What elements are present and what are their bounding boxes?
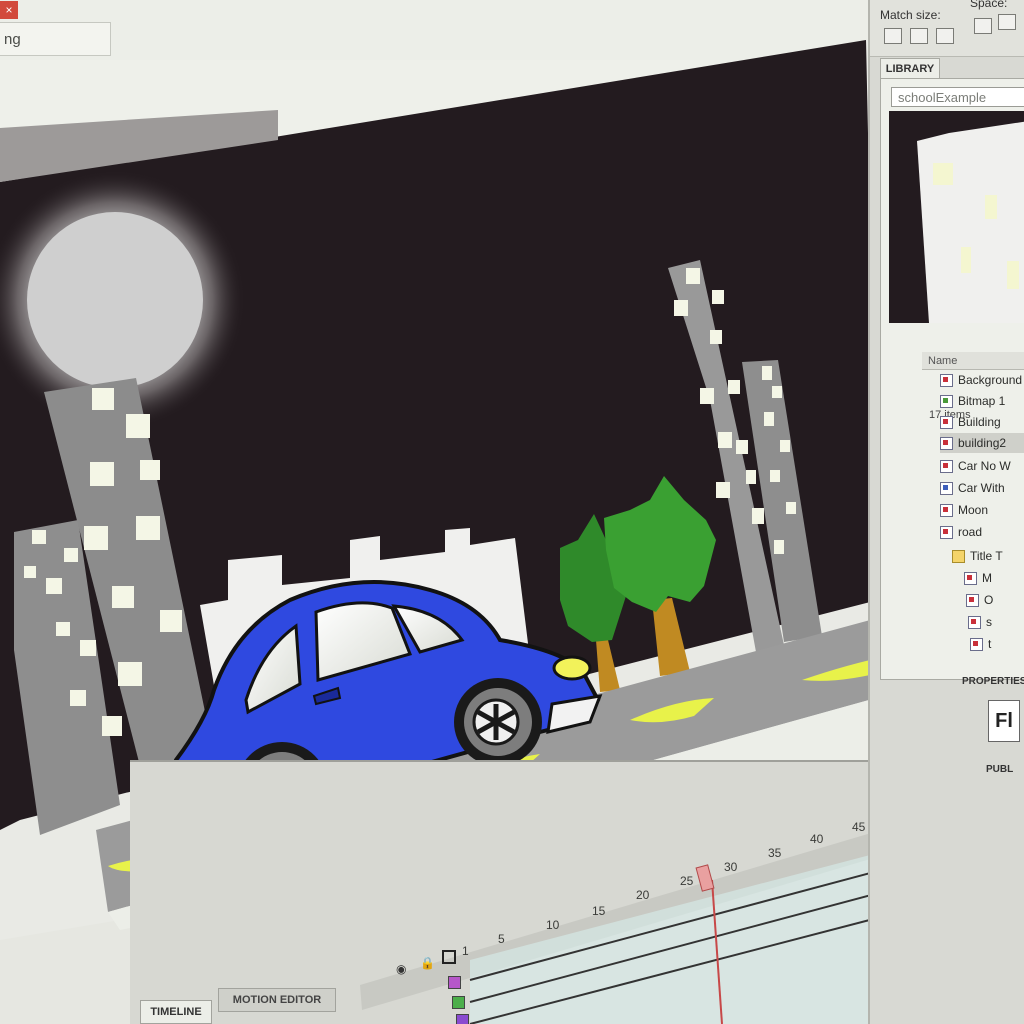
frame-number: 25 <box>680 874 694 888</box>
movieclip-icon <box>940 504 953 518</box>
frame-number: 1 <box>462 944 469 958</box>
library-folder[interactable]: Title T <box>952 546 1024 566</box>
library-preview-building <box>917 121 1024 323</box>
button-icon <box>940 482 953 496</box>
right-panel-dock: Match size: Space: LIBRARY schoolExample <box>868 0 1024 1024</box>
match-both-button[interactable] <box>936 28 954 44</box>
movieclip-icon <box>964 572 977 586</box>
space-horizontal-button[interactable] <box>998 14 1016 30</box>
outline-icon[interactable] <box>442 950 456 964</box>
space-label: Space: <box>970 0 1008 10</box>
library-item[interactable]: Moon <box>940 500 1024 520</box>
movieclip-icon <box>940 526 953 540</box>
publish-section-label[interactable]: PUBL <box>986 764 1013 775</box>
library-item[interactable]: Background <box>940 370 1024 390</box>
frame-number: 20 <box>636 888 650 902</box>
eye-icon[interactable]: ◉ <box>396 962 406 976</box>
library-item[interactable]: t <box>970 634 1024 654</box>
align-panel: Match size: Space: <box>870 0 1024 57</box>
library-preview <box>889 111 1024 323</box>
movieclip-icon <box>970 638 983 652</box>
tab-properties[interactable]: PROPERTIES <box>962 676 1024 687</box>
movieclip-icon <box>940 416 953 430</box>
space-vertical-button[interactable] <box>974 18 992 34</box>
library-item[interactable]: Car No W <box>940 456 1024 476</box>
lock-icon[interactable]: 🔒 <box>420 956 435 970</box>
library-item[interactable]: Bitmap 1 <box>940 391 1024 411</box>
library-name-column-header[interactable]: Name <box>922 352 1024 370</box>
library-item[interactable]: Building <box>940 412 1024 432</box>
layer-color-swatch[interactable] <box>448 976 461 989</box>
tab-library[interactable]: LIBRARY <box>880 58 940 79</box>
flash-document-icon: Fl <box>988 700 1020 742</box>
tab-motion-editor[interactable]: MOTION EDITOR <box>218 988 336 1012</box>
frame-number: 10 <box>546 918 560 932</box>
movieclip-icon <box>966 594 979 608</box>
library-item[interactable]: road <box>940 522 1024 542</box>
frame-number: 15 <box>592 904 606 918</box>
frame-number: 40 <box>810 832 824 846</box>
frame-number: 5 <box>498 932 505 946</box>
folder-icon <box>952 550 965 564</box>
flash-authoring-screen: × ng 1 5 10 15 20 25 30 35 40 45 ◉ 🔒 TIM… <box>0 0 1024 1024</box>
match-size-label: Match size: <box>880 8 941 22</box>
library-item[interactable]: M <box>964 568 1024 588</box>
frame-number: 30 <box>724 860 738 874</box>
library-document-select[interactable]: schoolExample <box>891 87 1024 107</box>
frame-number: 35 <box>768 846 782 860</box>
frame-number: 45 <box>852 820 866 834</box>
library-item[interactable]: O <box>966 590 1024 610</box>
layer-color-swatch[interactable] <box>452 996 465 1009</box>
movieclip-icon <box>940 374 953 388</box>
match-height-button[interactable] <box>910 28 928 44</box>
match-width-button[interactable] <box>884 28 902 44</box>
movieclip-icon <box>968 616 981 630</box>
library-item[interactable]: building2 <box>940 433 1024 453</box>
movieclip-icon <box>940 460 953 474</box>
tab-timeline[interactable]: TIMELINE <box>140 1000 212 1024</box>
library-item[interactable]: Car With <box>940 478 1024 498</box>
layer-color-swatch[interactable] <box>456 1014 469 1024</box>
bitmap-icon <box>940 395 953 409</box>
movieclip-icon <box>940 437 953 451</box>
library-item[interactable]: s <box>968 612 1024 632</box>
